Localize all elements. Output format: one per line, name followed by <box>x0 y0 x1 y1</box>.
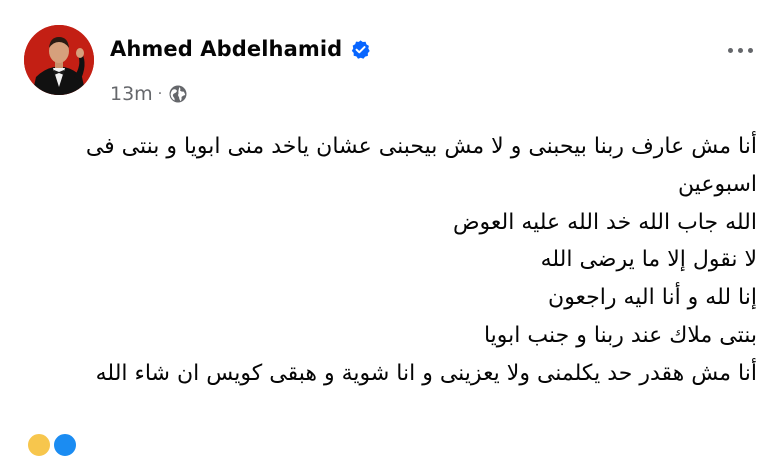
ellipsis-dot <box>727 47 733 53</box>
ellipsis-dot <box>747 47 753 53</box>
post-body: أنا مش عارف ربنا بيحبنى و لا مش بيحبنى ع… <box>22 128 757 393</box>
author-name[interactable]: Ahmed Abdelhamid <box>110 37 342 61</box>
more-options-button[interactable] <box>720 32 760 68</box>
post-line: اسبوعين <box>677 171 757 197</box>
post-timestamp[interactable]: 13m <box>110 83 153 105</box>
globe-icon[interactable] <box>168 84 188 104</box>
post-line: لا نقول إلا ما يرضى الله <box>540 247 757 273</box>
ellipsis-dot <box>737 47 743 53</box>
author-avatar[interactable] <box>24 25 94 95</box>
care-reaction-icon <box>26 432 52 458</box>
profile-photo <box>24 25 94 95</box>
post-line: إنا لله و أنا اليه راجعون <box>548 285 757 311</box>
post-line: بنتى ملاك عند ربنا و جنب ابويا <box>483 322 757 348</box>
post-meta: 13m · <box>110 82 188 106</box>
verified-badge-icon <box>352 39 370 59</box>
like-reaction-icon <box>52 432 78 458</box>
post-line: أنا مش هقدر حد يكلمنى ولا يعزينى و انا ش… <box>95 360 757 386</box>
facebook-post: Ahmed Abdelhamid 13m · أنا مش عارف ربنا … <box>0 0 779 458</box>
post-line: الله جاب الله خد الله عليه العوض <box>452 209 757 235</box>
author-row: Ahmed Abdelhamid <box>110 34 371 64</box>
meta-separator: · <box>157 86 163 102</box>
post-line: أنا مش عارف ربنا بيحبنى و لا مش بيحبنى ع… <box>85 134 757 159</box>
